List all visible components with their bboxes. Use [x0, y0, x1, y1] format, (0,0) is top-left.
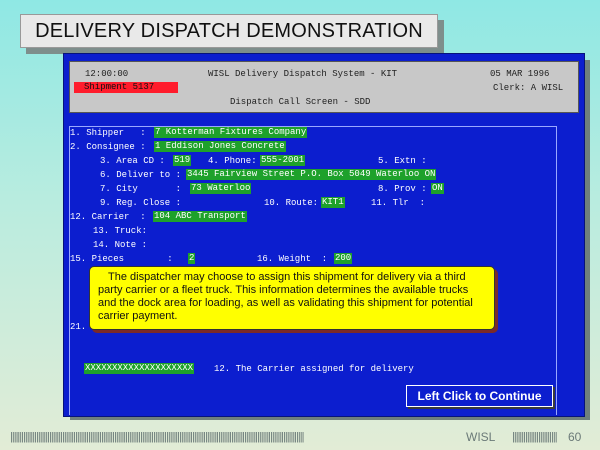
carrier-field[interactable]: 104 ABC Transport	[153, 211, 247, 222]
header-time: 12:00:00	[85, 69, 129, 79]
consignee-label: 2. Consignee :	[70, 142, 146, 152]
deliver-to-label: 6. Deliver to :	[100, 170, 182, 180]
footer-page-number: 60	[568, 430, 582, 444]
status-field: XXXXXXXXXXXXXXXXXXXX	[84, 363, 195, 374]
system-header: 12:00:00 WISL Delivery Dispatch System -…	[69, 61, 579, 113]
consignee-field[interactable]: 1 Eddison Jones Concrete	[154, 141, 286, 152]
footer-decor-bars-left: ||||||||||||||||||||||||||||||||||||||||…	[10, 431, 304, 443]
reg-close-label: 9. Reg. Close :	[100, 198, 182, 208]
screen-name: Dispatch Call Screen - SDD	[230, 97, 371, 107]
note-label: 14. Note :	[93, 240, 148, 250]
phone-field[interactable]: 555-2001	[260, 155, 306, 166]
city-field[interactable]: 73 Waterloo	[190, 183, 252, 194]
carrier-label: 12. Carrier :	[70, 212, 146, 222]
shipper-label: 1. Shipper :	[70, 128, 146, 138]
pieces-field[interactable]: 2	[188, 253, 196, 264]
header-system-name: WISL Delivery Dispatch System - KIT	[208, 69, 398, 79]
city-label: 7. City :	[100, 184, 182, 194]
prov-field[interactable]: ON	[431, 183, 444, 194]
route-label: 10. Route:	[264, 198, 319, 208]
footer-brand: WISL	[466, 430, 496, 444]
area-code-field[interactable]: 519	[173, 155, 192, 166]
status-message: 12. The Carrier assigned for delivery	[214, 364, 414, 374]
tlr-label: 11. Tlr :	[371, 198, 426, 208]
explanation-callout: The dispatcher may choose to assign this…	[89, 266, 495, 330]
phone-label: 4. Phone:	[208, 156, 257, 166]
row-21-label: 21.	[70, 322, 87, 332]
terminal-screen: 12:00:00 WISL Delivery Dispatch System -…	[63, 53, 585, 417]
continue-button[interactable]: Left Click to Continue	[406, 385, 553, 407]
weight-field[interactable]: 200	[334, 253, 353, 264]
slide-title: DELIVERY DISPATCH DEMONSTRATION	[20, 14, 438, 48]
shipment-badge: Shipment 5137	[74, 82, 178, 93]
extn-label: 5. Extn :	[378, 156, 427, 166]
deliver-to-field[interactable]: 3445 Fairview Street P.O. Box 5049 Water…	[186, 169, 437, 180]
callout-text: The dispatcher may choose to assign this…	[98, 271, 473, 322]
area-code-label: 3. Area CD :	[100, 156, 165, 166]
header-date: 05 MAR 1996	[490, 69, 550, 79]
pieces-label: 15. Pieces :	[70, 254, 173, 264]
shipper-field[interactable]: 7 Kotterman Fixtures Company	[154, 127, 308, 138]
prov-label: 8. Prov :	[378, 184, 427, 194]
header-clerk: Clerk: A WISL	[493, 83, 564, 93]
footer-decor-bars-right: ||||||||||||||||||||||||	[512, 431, 558, 443]
truck-label: 13. Truck:	[93, 226, 148, 236]
weight-label: 16. Weight :	[257, 254, 328, 264]
route-field[interactable]: KIT1	[321, 197, 345, 208]
